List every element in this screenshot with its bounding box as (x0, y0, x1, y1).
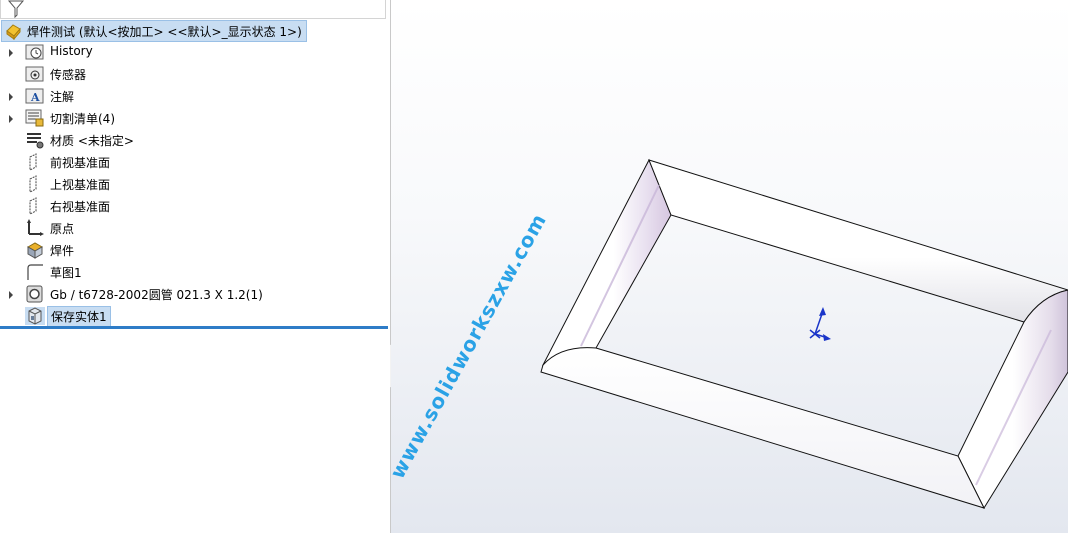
tree-item-label: 材质 <未指定> (50, 134, 134, 148)
expand-arrow-icon[interactable] (6, 91, 16, 101)
tree-item-label: History (50, 44, 93, 58)
origin-triad-icon (809, 307, 831, 341)
frame-tube-top[interactable] (648, 159, 1068, 323)
tree-item-save-bodies[interactable]: 保存实体1 (0, 305, 388, 327)
feature-manager-tree: 焊件测试 (默认<按加工> <<默认>_显示状态 1>) History 传感器 (0, 0, 391, 533)
plane-icon (25, 175, 45, 193)
tree-item-label: 焊件 (50, 244, 75, 258)
tree-item-right-plane[interactable]: 右视基准面 (0, 195, 388, 217)
tree-item-annotations[interactable]: A 注解 (0, 85, 388, 107)
tree-item-origin[interactable]: 原点 (0, 217, 388, 239)
tree-item-sketch1[interactable]: 草图1 (0, 261, 388, 283)
tree-item-label: 保存实体1 (47, 306, 111, 327)
tree-item-label: 上视基准面 (50, 178, 111, 192)
plane-icon (25, 197, 45, 215)
tree-item-label: 原点 (50, 222, 75, 236)
expand-arrow-icon[interactable] (6, 113, 16, 123)
tree-item-weldment[interactable]: 焊件 (0, 239, 388, 261)
tree-item-front-plane[interactable]: 前视基准面 (0, 151, 388, 173)
frame-tube-bottom[interactable] (540, 347, 985, 509)
root-part-label: 焊件测试 (默认<按加工> <<默认>_显示状态 1>) (27, 24, 302, 39)
tree-item-top-plane[interactable]: 上视基准面 (0, 173, 388, 195)
tree-item-label: 草图1 (50, 266, 82, 280)
save-bodies-icon (25, 307, 45, 325)
tree-item-cut-list[interactable]: 切割清单(4) (0, 107, 388, 129)
expand-arrow-icon[interactable] (6, 47, 16, 57)
tree-item-sensors[interactable]: 传感器 (0, 63, 388, 85)
rollback-bar[interactable] (0, 326, 388, 329)
frame-tube-right[interactable] (957, 289, 1068, 510)
tree-item-label: 注解 (50, 90, 75, 104)
tree-item-label: Gb / t6728-2002圆管 021.3 X 1.2(1) (50, 288, 263, 302)
tree-item-label: 前视基准面 (50, 156, 111, 170)
cut-list-icon (25, 109, 45, 127)
graphics-viewport[interactable] (391, 0, 1068, 533)
sketch-icon (25, 263, 45, 281)
tree-item-label: 右视基准面 (50, 200, 111, 214)
expand-arrow-icon[interactable] (6, 289, 16, 299)
plane-icon (25, 153, 45, 171)
frame-tube-left[interactable] (541, 158, 672, 366)
tree-item-structural-member[interactable]: Gb / t6728-2002圆管 021.3 X 1.2(1) (0, 283, 388, 305)
history-folder-icon (25, 43, 45, 61)
filter-icon[interactable] (7, 0, 25, 21)
structural-member-icon (25, 285, 45, 303)
weldment-icon (25, 241, 45, 259)
tree-item-material[interactable]: 材质 <未指定> (0, 129, 388, 151)
sensors-folder-icon (25, 65, 45, 83)
tree-item-label: 切割清单(4) (50, 112, 115, 126)
tree-root-part[interactable]: 焊件测试 (默认<按加工> <<默认>_显示状态 1>) (1, 20, 307, 42)
weldment-frame-model (540, 158, 1068, 510)
part-icon (4, 22, 24, 41)
tree-item-label: 传感器 (50, 68, 87, 82)
material-icon (25, 131, 45, 149)
origin-icon (25, 219, 45, 237)
tree-item-history[interactable]: History (0, 41, 388, 63)
annotations-folder-icon: A (25, 87, 45, 105)
svg-text:A: A (30, 91, 40, 104)
tree-filter-bar[interactable] (0, 0, 386, 19)
